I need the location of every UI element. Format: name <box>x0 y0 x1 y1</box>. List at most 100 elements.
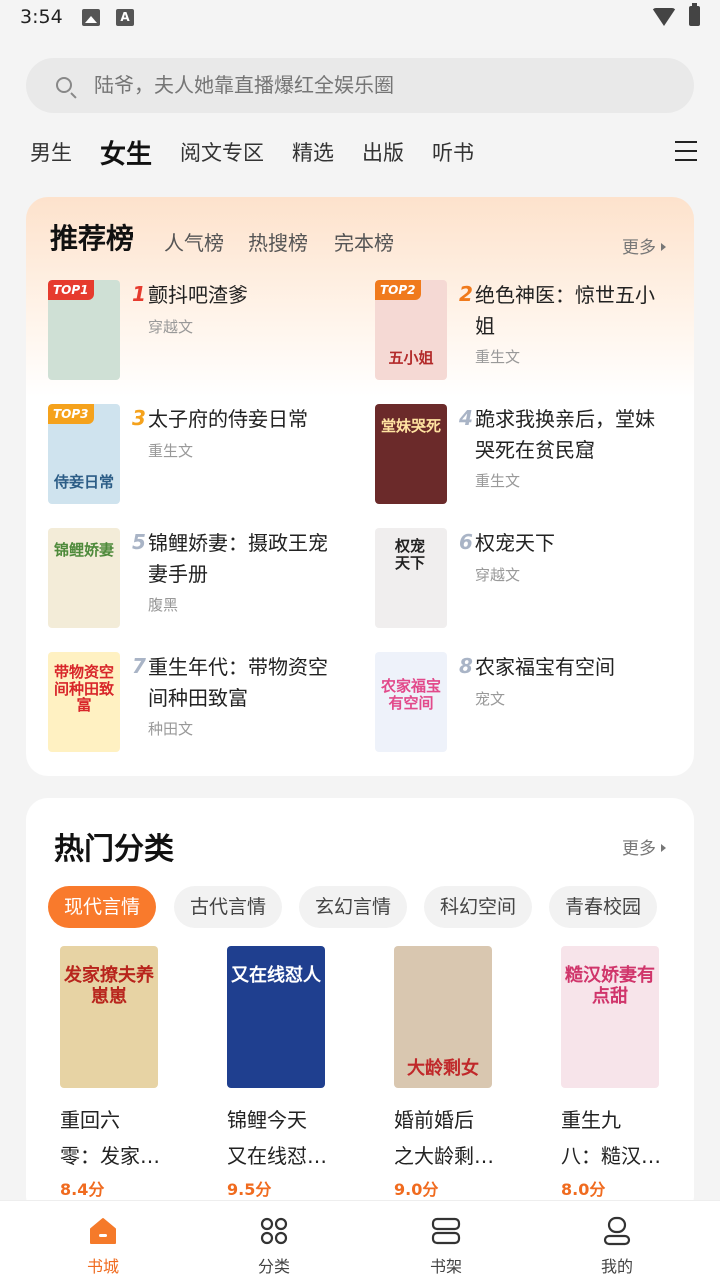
status-bar: 3:54 A <box>0 0 720 36</box>
rank-number: 6 <box>459 530 473 554</box>
chip-fantasy-romance[interactable]: 玄幻言情 <box>299 886 408 928</box>
ranking-item[interactable]: 堂妹哭死 4 跪求我换亲后，堂妹哭死在贫民窟 重生文 <box>375 404 695 508</box>
rank-number: 4 <box>459 406 473 430</box>
book-cover: 农家福宝有空间 <box>375 652 447 752</box>
nav-bookshelf[interactable]: 书架 <box>386 1201 506 1280</box>
chip-campus[interactable]: 青春校园 <box>549 886 658 928</box>
top-badge: TOP1 <box>48 280 94 300</box>
book-title: 太子府的侍妾日常 <box>148 407 308 431</box>
book-title: 农家福宝有空间 <box>475 655 615 679</box>
nav-profile[interactable]: 我的 <box>557 1201 677 1280</box>
arrow-right-icon <box>661 844 666 852</box>
book-title: 跪求我换亲后，堂妹哭死在贫民窟 <box>475 407 655 462</box>
book-title: 锦鲤娇妻：摄政王宠妻手册 <box>148 531 328 586</box>
book-genre: 穿越文 <box>475 566 521 584</box>
photo-notification-icon <box>82 9 100 26</box>
ranking-item[interactable]: TOP1 1 颤抖吧渣爹 穿越文 <box>48 280 368 384</box>
book-cover: 侍妾日常 TOP3 <box>48 404 120 504</box>
ranking-tab-hot-search[interactable]: 热搜榜 <box>248 227 308 256</box>
wifi-icon <box>652 8 676 26</box>
book-score: 9.0分 <box>394 1180 439 1199</box>
search-input[interactable] <box>94 58 674 113</box>
rank-number: 5 <box>132 530 146 554</box>
book-genre: 重生文 <box>148 442 194 460</box>
book-cover: 权宠天下 <box>375 528 447 628</box>
book-title: 重回六 零：发家… <box>60 1108 160 1168</box>
font-notification-icon: A <box>116 9 134 26</box>
ranking-tab-completed[interactable]: 完本榜 <box>334 227 394 256</box>
book-title: 颤抖吧渣爹 <box>148 283 248 307</box>
ranking-more-button[interactable]: 更多 <box>622 233 666 258</box>
rank-number: 1 <box>132 282 146 306</box>
book-cover: 大龄剩女 <box>394 946 492 1088</box>
status-time: 3:54 <box>20 6 63 28</box>
ranking-item[interactable]: 农家福宝有空间 8 农家福宝有空间 宠文 <box>375 652 695 756</box>
ranking-title[interactable]: 推荐榜 <box>50 217 134 257</box>
hot-book[interactable]: 大龄剩女 婚前婚后 之大龄剩… 9.0分 <box>394 946 534 1200</box>
profile-icon <box>603 1216 631 1246</box>
ranking-item[interactable]: 带物资空间种田致富 7 重生年代：带物资空间种田致富 种田文 <box>48 652 368 756</box>
hot-book[interactable]: 发家撩夫养崽崽 重回六 零：发家… 8.4分 <box>60 946 200 1200</box>
search-bar[interactable] <box>26 58 694 113</box>
ranking-tab-popular[interactable]: 人气榜 <box>164 227 224 256</box>
book-genre: 穿越文 <box>148 318 194 336</box>
book-title: 绝色神医：惊世五小姐 <box>475 283 655 338</box>
arrow-right-icon <box>661 243 666 251</box>
bookshelf-icon <box>431 1217 461 1245</box>
book-genre: 重生文 <box>475 472 521 490</box>
nav-category[interactable]: 分类 <box>214 1201 334 1280</box>
tab-male[interactable]: 男生 <box>30 137 72 167</box>
ranking-card: 推荐榜 人气榜 热搜榜 完本榜 更多 TOP1 1 颤抖吧渣爹 穿越文 五小姐 … <box>26 197 694 776</box>
ranking-item[interactable]: 侍妾日常 TOP3 3 太子府的侍妾日常 重生文 <box>48 404 368 508</box>
book-cover: 五小姐 TOP2 <box>375 280 447 380</box>
rank-number: 8 <box>459 654 473 678</box>
bookstore-icon <box>90 1218 116 1244</box>
hot-categories-title: 热门分类 <box>54 832 174 867</box>
search-icon <box>56 77 72 93</box>
chip-ancient-romance[interactable]: 古代言情 <box>174 886 283 928</box>
tab-featured[interactable]: 精选 <box>292 137 334 167</box>
book-cover: TOP1 <box>48 280 120 380</box>
book-score: 8.4分 <box>60 1180 105 1199</box>
book-cover: 又在线怼人 <box>227 946 325 1088</box>
rank-number: 2 <box>459 282 473 306</box>
book-title: 婚前婚后 之大龄剩… <box>394 1108 494 1168</box>
ranking-item[interactable]: 锦鲤娇妻 5 锦鲤娇妻：摄政王宠妻手册 腹黑 <box>48 528 368 632</box>
book-cover: 锦鲤娇妻 <box>48 528 120 628</box>
category-icon <box>260 1217 288 1245</box>
hot-categories-card: 热门分类 更多 现代言情 古代言情 玄幻言情 科幻空间 青春校园 发家撩夫养崽崽… <box>26 798 694 1218</box>
book-score: 8.0分 <box>561 1180 606 1199</box>
chip-modern-romance[interactable]: 现代言情 <box>48 886 157 928</box>
book-cover: 堂妹哭死 <box>375 404 447 504</box>
book-title: 重生年代：带物资空间种田致富 <box>148 655 328 710</box>
book-genre: 种田文 <box>148 720 194 738</box>
tab-yuewen[interactable]: 阅文专区 <box>180 137 264 167</box>
battery-icon <box>689 3 700 26</box>
book-score: 9.5分 <box>227 1180 272 1199</box>
ranking-item[interactable]: 权宠天下 6 权宠天下 穿越文 <box>375 528 695 632</box>
nav-bookstore[interactable]: 书城 <box>43 1201 163 1280</box>
channel-tabs: 男生 女生 阅文专区 精选 出版 听书 <box>30 130 502 174</box>
book-genre: 重生文 <box>475 348 521 366</box>
hot-book[interactable]: 又在线怼人 锦鲤今天 又在线怼… 9.5分 <box>227 946 367 1200</box>
chip-scifi-space[interactable]: 科幻空间 <box>424 886 533 928</box>
book-title: 锦鲤今天 又在线怼… <box>227 1108 327 1168</box>
top-badge: TOP3 <box>48 404 94 424</box>
book-cover: 糙汉娇妻有点甜 <box>561 946 659 1088</box>
hot-book[interactable]: 糙汉娇妻有点甜 重生九 八：糙汉… 8.0分 <box>561 946 701 1200</box>
menu-icon[interactable] <box>675 141 697 161</box>
ranking-item[interactable]: 五小姐 TOP2 2 绝色神医：惊世五小姐 重生文 <box>375 280 695 384</box>
rank-number: 3 <box>132 406 146 430</box>
hot-more-button[interactable]: 更多 <box>622 834 666 859</box>
tab-audiobook[interactable]: 听书 <box>432 137 474 167</box>
book-title: 权宠天下 <box>475 531 555 555</box>
rank-number: 7 <box>132 654 146 678</box>
bottom-nav: 书城 分类 书架 我的 <box>0 1200 720 1280</box>
book-genre: 宠文 <box>475 690 506 708</box>
tab-female[interactable]: 女生 <box>100 134 152 171</box>
book-cover: 带物资空间种田致富 <box>48 652 120 752</box>
book-title: 重生九 八：糙汉… <box>561 1108 661 1168</box>
book-genre: 腹黑 <box>148 596 179 614</box>
book-cover: 发家撩夫养崽崽 <box>60 946 158 1088</box>
tab-publish[interactable]: 出版 <box>362 137 404 167</box>
